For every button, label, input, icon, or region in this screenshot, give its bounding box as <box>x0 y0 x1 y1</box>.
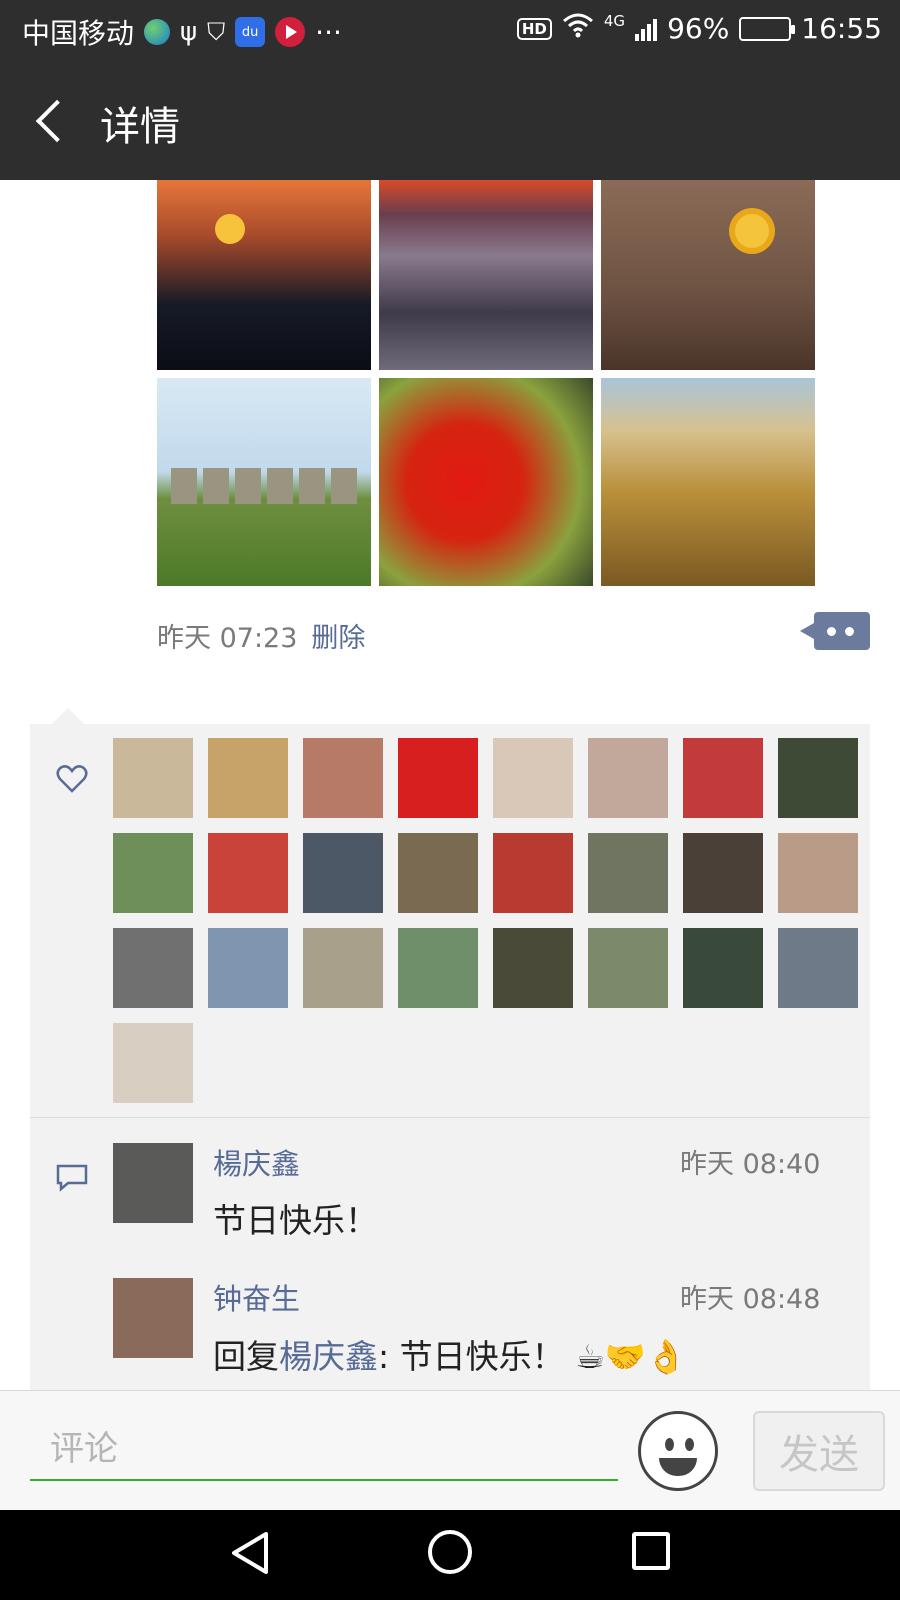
carrier-label: 中国移动 <box>22 17 135 50</box>
liker-avatar[interactable] <box>493 928 573 1008</box>
liker-avatar[interactable] <box>398 928 478 1008</box>
emoji-button[interactable] <box>638 1411 718 1491</box>
nav-header: 详情 <box>0 62 900 180</box>
comment-time: 昨天 08:48 <box>680 1284 821 1315</box>
comment-author[interactable]: 楊庆鑫 <box>213 1141 300 1183</box>
shield-icon: ⛉ <box>207 18 226 46</box>
dot-icon <box>827 627 836 636</box>
globe-icon <box>144 19 171 45</box>
comment-avatar[interactable] <box>113 1278 193 1358</box>
emoji-mouth <box>659 1458 697 1476</box>
liker-avatar[interactable] <box>113 1023 193 1103</box>
liker-avatar[interactable] <box>683 928 763 1008</box>
stones-shape <box>171 468 357 504</box>
clock: 16:55 <box>801 12 882 45</box>
reply-target[interactable]: 楊庆鑫 <box>279 1337 378 1376</box>
photo-red-maple-leaves[interactable] <box>379 378 593 586</box>
liker-avatar[interactable] <box>113 738 193 818</box>
comment-input-bar: 发送 <box>0 1390 900 1510</box>
comment-input[interactable] <box>30 1419 618 1481</box>
music-app-icon <box>275 17 306 47</box>
comment-time: 昨天 08:40 <box>680 1149 821 1180</box>
liker-avatar[interactable] <box>778 928 858 1008</box>
battery-icon <box>739 16 796 41</box>
more-actions-button[interactable] <box>800 612 870 650</box>
send-button[interactable]: 发送 <box>753 1411 885 1491</box>
liker-avatar[interactable] <box>303 833 383 913</box>
dot-icon <box>845 627 854 636</box>
nav-back-button[interactable] <box>228 1530 272 1576</box>
liker-avatar[interactable] <box>683 833 763 913</box>
baidu-icon: du <box>235 17 266 47</box>
comment-avatar[interactable] <box>113 1143 193 1223</box>
sunflower-shape <box>735 214 769 248</box>
liker-avatar[interactable] <box>588 928 668 1008</box>
post-time: 昨天 07:23 <box>157 623 298 654</box>
photo-misty-rocks-sunset[interactable] <box>379 180 593 370</box>
photo-stonehenge[interactable] <box>157 378 371 586</box>
liker-avatar[interactable] <box>113 833 193 913</box>
comment-icon <box>56 1164 88 1192</box>
liker-avatar[interactable] <box>113 928 193 1008</box>
more-notifications-icon: ··· <box>315 15 342 49</box>
emoji-eye <box>665 1438 674 1451</box>
wifi-icon <box>562 12 594 45</box>
liker-avatar[interactable] <box>208 833 288 913</box>
liker-avatar[interactable] <box>208 738 288 818</box>
usb-icon: ψ <box>180 17 198 47</box>
nav-home-button[interactable] <box>428 1530 472 1574</box>
page-title: 详情 <box>100 104 180 150</box>
photo-crane-at-sunset[interactable] <box>157 180 371 370</box>
reply-prefix: 回复 <box>213 1337 279 1376</box>
comment-text: 回复楊庆鑫: 节日快乐！ ☕🤝👌 <box>213 1330 687 1378</box>
heart-icon <box>56 764 88 794</box>
photo-sunflower-vases[interactable] <box>601 180 815 370</box>
hd-icon: HD <box>516 17 552 40</box>
liker-avatar[interactable] <box>493 833 573 913</box>
sun-shape <box>215 214 245 244</box>
emoji-eye <box>685 1438 694 1451</box>
back-button[interactable] <box>28 92 78 150</box>
status-bar: 中国移动 ψ ⛉ du ··· HD 4G 96% 16:55 <box>0 0 900 62</box>
photo-autumn-valley-village[interactable] <box>601 378 815 586</box>
panel-notch <box>52 708 84 724</box>
liker-avatar[interactable] <box>778 833 858 913</box>
delete-link[interactable]: 删除 <box>311 623 365 654</box>
liker-avatar[interactable] <box>493 738 573 818</box>
liker-avatar[interactable] <box>588 738 668 818</box>
system-nav-bar <box>0 1510 900 1600</box>
liker-avatar[interactable] <box>588 833 668 913</box>
liker-avatar[interactable] <box>398 738 478 818</box>
liker-avatar[interactable] <box>683 738 763 818</box>
liker-avatar[interactable] <box>303 738 383 818</box>
reply-text: : 节日快乐！ ☕🤝👌 <box>378 1337 687 1376</box>
post-meta: 昨天 07:23 删除 <box>157 616 365 655</box>
battery-percent: 96% <box>667 12 730 45</box>
comment-text: 节日快乐！ <box>213 1201 378 1240</box>
liker-avatar[interactable] <box>303 928 383 1008</box>
nav-recent-apps-button[interactable] <box>632 1532 670 1570</box>
liker-avatar[interactable] <box>778 738 858 818</box>
comment-author[interactable]: 钟奋生 <box>213 1276 300 1318</box>
signal-icon <box>635 17 658 41</box>
network-type: 4G <box>603 12 626 30</box>
divider <box>30 1117 870 1118</box>
liker-avatar[interactable] <box>208 928 288 1008</box>
liker-avatar[interactable] <box>398 833 478 913</box>
